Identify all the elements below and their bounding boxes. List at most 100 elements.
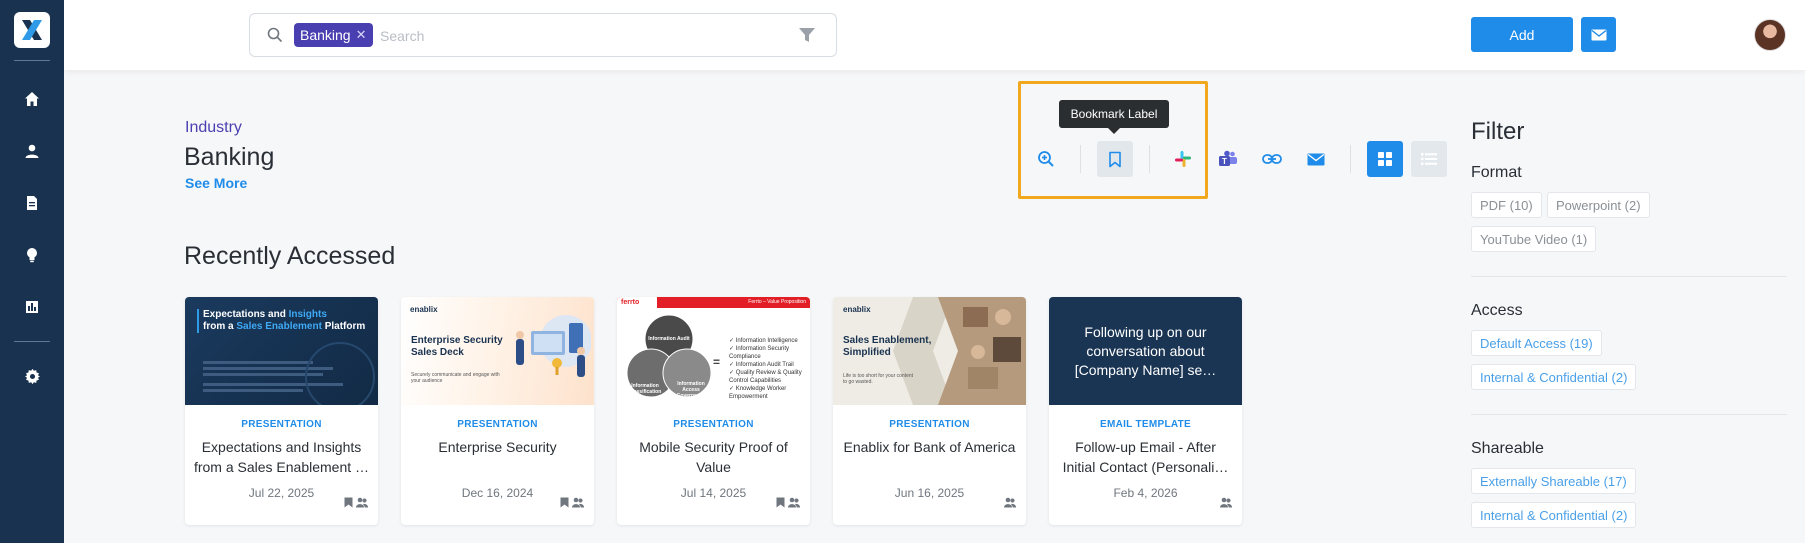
bookmarked-icon[interactable] (560, 497, 569, 508)
thumb-list-item: ✓ Quality Review & Quality Control Capab… (729, 370, 802, 384)
card-title: Enablix for Bank of America (843, 439, 1016, 455)
document-icon[interactable] (20, 191, 44, 215)
teams-icon[interactable]: T (1213, 144, 1243, 174)
link-icon[interactable] (1257, 144, 1287, 174)
slack-icon[interactable] (1168, 144, 1198, 174)
content-card[interactable]: Following up on our conversation about [… (1049, 297, 1242, 525)
mail-icon[interactable] (1301, 144, 1331, 174)
list-view-button[interactable] (1411, 141, 1447, 177)
filter-tag[interactable]: PDF (10) (1471, 192, 1542, 218)
thumb-list-item: ✓ Information Intelligence (729, 338, 798, 344)
mail-icon (1591, 29, 1606, 40)
thumb-heading: Sales Enablement, Simplified (843, 335, 932, 358)
filter-tag[interactable]: Externally Shareable (17) (1471, 468, 1636, 494)
content-card[interactable]: enablix Sales Enablement, Simplified Lif… (833, 297, 1026, 525)
filter-tag[interactable]: Internal & Confidential (2) (1471, 364, 1637, 390)
card-thumbnail: enablix Enterprise Security Sales Deck S… (401, 297, 594, 405)
card-type: PRESENTATION (889, 419, 970, 430)
card-title: Follow-up Email - After Initial Contact … (1062, 439, 1229, 475)
card-date: Jun 16, 2025 (894, 486, 965, 500)
bar-chart-icon[interactable] (20, 295, 44, 319)
security-illustration (516, 315, 591, 377)
filter-funnel-icon[interactable] (798, 26, 816, 49)
user-icon[interactable] (20, 139, 44, 163)
filter-tag[interactable]: Internal & Confidential (2) (1471, 502, 1637, 528)
content-card[interactable]: ferrto Ferrto – Value Proposition Inform… (617, 297, 810, 525)
thumb-logo: enablix (410, 305, 438, 314)
compose-email-button[interactable] (1581, 17, 1616, 52)
thumb-circle-label: Information Audit (648, 336, 690, 342)
page-title: Banking (184, 143, 275, 171)
thumb-brand: ferrto (617, 297, 657, 308)
thumb-list-item: ✓ Information Audit Trail (729, 362, 794, 368)
list-view-icon (1421, 153, 1437, 165)
card-title: Mobile Security Proof of Value (639, 439, 788, 475)
shared-users-icon (1004, 497, 1016, 508)
grid-view-icon (1378, 152, 1392, 166)
lightbulb-icon[interactable] (20, 243, 44, 267)
bookmarked-icon[interactable] (776, 497, 785, 508)
bookmark-button[interactable] (1097, 141, 1133, 177)
search-chip-banking[interactable]: Banking ✕ (294, 23, 373, 47)
card-date: Feb 4, 2026 (1113, 486, 1178, 500)
search-chip-label: Banking (300, 27, 351, 43)
thumb-text: Platform (321, 321, 366, 332)
card-title: Enterprise Security (438, 439, 557, 455)
bookmarked-icon[interactable] (344, 497, 353, 508)
thumb-sub: Life is too short for your content to go… (843, 373, 914, 385)
thumb-text: Insights (288, 309, 327, 320)
card-type: PRESENTATION (241, 419, 322, 430)
filter-group-label: Shareable (1471, 440, 1544, 457)
app-logo[interactable] (14, 12, 50, 48)
filter-tag[interactable]: YouTube Video (1) (1471, 226, 1597, 252)
content-card[interactable]: enablix Enterprise Security Sales Deck S… (401, 297, 594, 525)
shared-users-icon (572, 497, 584, 508)
sidebar-divider (14, 341, 50, 342)
card-type: EMAIL TEMPLATE (1099, 419, 1192, 430)
gear-icon[interactable] (20, 364, 44, 388)
card-title: Expectations and Insights from a Sales E… (193, 439, 370, 475)
remove-chip-icon[interactable]: ✕ (356, 27, 367, 43)
thumb-circle-label: Information Access Governance (676, 381, 706, 399)
zoom-in-icon[interactable] (1031, 144, 1061, 174)
card-thumbnail: Following up on our conversation about [… (1049, 297, 1242, 405)
content-card[interactable]: Expectations and Insights from a Sales E… (185, 297, 378, 525)
toolbar-divider (1350, 145, 1351, 173)
thumb-sub: Securely communicate and engage with you… (411, 372, 500, 384)
toolbar-divider (1080, 145, 1081, 173)
top-bar: Banking ✕ Add (64, 0, 1805, 70)
filter-tag[interactable]: Default Access (19) (1471, 330, 1602, 356)
search-input[interactable] (380, 24, 780, 48)
shared-users-icon (788, 497, 800, 508)
thumb-email-preview: Following up on our conversation about [… (1074, 324, 1217, 378)
thumb-circle-label: Information Classification (628, 383, 662, 395)
add-button[interactable]: Add (1471, 17, 1573, 52)
sidebar (0, 0, 64, 543)
thumb-text: Expectations and (203, 309, 289, 320)
thumb-logo: enablix (843, 305, 871, 314)
sidebar-divider (14, 60, 50, 61)
search-box[interactable]: Banking ✕ (249, 13, 837, 57)
see-more-link[interactable]: See More (185, 175, 247, 191)
section-title-recently-accessed: Recently Accessed (184, 242, 396, 270)
bookmark-tooltip: Bookmark Label (1059, 100, 1169, 134)
svg-text:T: T (1222, 157, 1227, 166)
filter-tag[interactable]: Powerpoint (2) (1547, 192, 1650, 218)
thumb-text: from a (203, 321, 237, 332)
grid-view-button[interactable] (1367, 141, 1403, 177)
card-thumbnail: Expectations and Insights from a Sales E… (185, 297, 378, 405)
thumb-list-item: ✓ Knowledge Worker Empowerment (729, 386, 787, 400)
card-type: PRESENTATION (673, 419, 754, 430)
shared-users-icon (1220, 497, 1232, 508)
card-type: PRESENTATION (457, 419, 538, 430)
thumb-heading: Enterprise Security Sales Deck (411, 335, 503, 358)
filter-divider (1471, 276, 1787, 277)
toolbar-divider (1149, 145, 1150, 173)
shared-users-icon (356, 497, 368, 508)
search-icon (267, 27, 283, 48)
user-avatar[interactable] (1754, 19, 1786, 51)
category-label: Industry (185, 119, 242, 136)
home-icon[interactable] (20, 87, 44, 111)
filter-title: Filter (1471, 118, 1525, 145)
bookmark-icon (1109, 151, 1121, 167)
